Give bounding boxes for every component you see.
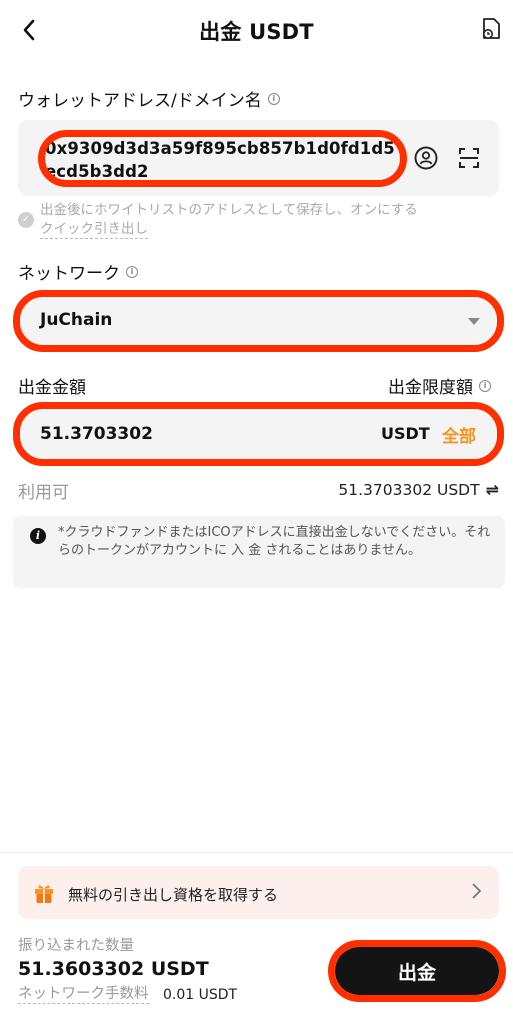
address-label-row: ウォレットアドレス/ドメイン名 i bbox=[18, 86, 280, 111]
address-label: ウォレットアドレス/ドメイン名 bbox=[18, 91, 262, 111]
available-row: 51.3703302 USDT ⇌ bbox=[338, 480, 499, 499]
info-filled-icon: i bbox=[30, 528, 46, 544]
chevron-right-icon[interactable] bbox=[470, 881, 482, 905]
quick-withdraw-link[interactable]: クイック引き出し bbox=[40, 221, 148, 239]
available-value: 51.3703302 USDT bbox=[338, 480, 480, 499]
info-icon[interactable]: i bbox=[479, 379, 491, 392]
info-icon[interactable]: i bbox=[267, 92, 280, 105]
document-clock-icon bbox=[483, 18, 500, 39]
swap-icon[interactable]: ⇌ bbox=[486, 480, 499, 499]
page-title: 出金 USDT bbox=[199, 20, 314, 44]
highlight-ring bbox=[328, 940, 506, 1002]
person-circle-icon bbox=[414, 146, 438, 170]
scan-icon bbox=[459, 148, 479, 168]
whitelist-checkbox[interactable]: ✓ bbox=[18, 212, 34, 228]
amount-label: 出金金額 bbox=[18, 378, 86, 398]
notice-text: *クラウドファンドまたはICOアドレスに直接出金しないでください。それらのトーク… bbox=[58, 525, 491, 558]
network-label-row: ネットワーク i bbox=[18, 259, 138, 284]
network-label: ネットワーク bbox=[18, 264, 120, 284]
limit-label-row[interactable]: 出金限度額 i bbox=[388, 373, 491, 398]
address-book-button[interactable] bbox=[413, 145, 439, 171]
highlight-ring bbox=[13, 402, 504, 466]
available-label: 利用可 bbox=[18, 483, 69, 503]
whitelist-hint: 出金後にホワイトリストのアドレスとして保存し、オンにする bbox=[40, 202, 418, 218]
fee-value: 0.01 USDT bbox=[163, 987, 238, 1003]
fee-label[interactable]: ネットワーク手数料 bbox=[18, 985, 149, 1004]
scan-button[interactable] bbox=[456, 145, 482, 171]
history-button[interactable] bbox=[478, 16, 504, 42]
highlight-ring bbox=[13, 290, 504, 352]
promo-text[interactable]: 無料の引き出し資格を取得する bbox=[68, 884, 278, 905]
divider bbox=[0, 852, 513, 853]
header: 出金 USDT bbox=[0, 0, 513, 60]
received-label: 振り込まれた数量 bbox=[18, 938, 134, 954]
gift-icon bbox=[32, 881, 56, 905]
info-icon[interactable]: i bbox=[126, 265, 138, 278]
limit-label: 出金限度額 bbox=[388, 378, 473, 398]
highlight-ring bbox=[38, 130, 407, 187]
received-value: 51.3603302 USDT bbox=[18, 958, 209, 980]
